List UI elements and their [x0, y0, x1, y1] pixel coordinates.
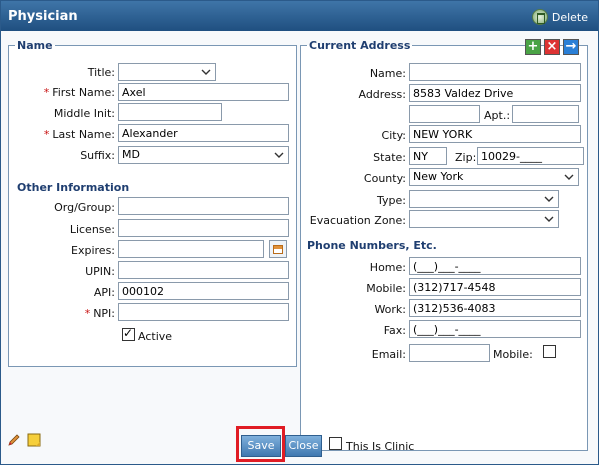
first-name-input[interactable] — [118, 83, 289, 101]
expires-input[interactable] — [118, 240, 264, 258]
type-label: Type: — [377, 194, 406, 207]
api-input[interactable] — [118, 282, 289, 300]
county-label: County: — [363, 172, 406, 185]
required-marker: * — [43, 128, 50, 141]
middle-init-input[interactable] — [118, 103, 222, 121]
address-label: Address: — [358, 88, 406, 101]
clinic-checkbox[interactable] — [329, 437, 342, 450]
county-select[interactable]: New York — [409, 168, 579, 186]
zip-label: Zip: — [455, 151, 477, 164]
physician-dialog: Physician Delete Name Title: * First Name… — [0, 0, 599, 465]
remove-address-button[interactable]: × — [544, 39, 560, 55]
address-legend: Current Address — [309, 39, 411, 52]
home-phone-input[interactable] — [409, 257, 581, 275]
mobile-phone-label: Mobile: — [366, 282, 406, 295]
title-bar: Physician Delete — [1, 1, 598, 31]
api-label: API: — [93, 286, 115, 299]
other-info-heading: Other Information — [17, 181, 130, 194]
required-marker: * — [84, 307, 91, 320]
chevron-down-icon — [274, 152, 284, 158]
next-address-button[interactable]: → — [563, 39, 579, 55]
license-input[interactable] — [118, 219, 289, 237]
address-name-label: Name: — [369, 67, 406, 80]
chevron-down-icon — [201, 69, 211, 75]
middle-init-label: Middle Init: — [53, 107, 115, 120]
address-line1-input[interactable] — [409, 84, 581, 102]
last-name-label: * Last Name: — [43, 128, 115, 141]
work-phone-input[interactable] — [409, 299, 581, 317]
save-button[interactable]: Save — [241, 435, 281, 457]
add-address-button[interactable]: + — [525, 39, 541, 55]
name-legend: Name — [17, 39, 53, 52]
close-button[interactable]: Close — [285, 435, 322, 457]
plus-icon: + — [527, 39, 539, 54]
address-line2-input[interactable] — [409, 105, 480, 123]
title-label: Title: — [87, 66, 115, 79]
org-group-input[interactable] — [118, 197, 289, 215]
suffix-select[interactable]: MD — [118, 146, 289, 164]
arrow-right-icon: → — [565, 39, 577, 54]
suffix-label: Suffix: — [80, 149, 115, 162]
apt-label: Apt.: — [484, 109, 511, 122]
active-label: Active — [138, 330, 173, 343]
title-select[interactable] — [118, 63, 216, 81]
delete-button[interactable]: Delete — [531, 9, 588, 25]
expires-label: Expires: — [71, 244, 115, 257]
required-marker: * — [43, 86, 50, 99]
active-checkbox[interactable] — [122, 326, 135, 341]
npi-label: * NPI: — [84, 307, 115, 320]
upin-input[interactable] — [118, 261, 289, 279]
last-name-input[interactable] — [118, 124, 289, 142]
mobile-email-checkbox[interactable] — [543, 345, 556, 358]
window-title: Physician — [8, 9, 78, 24]
first-name-label: * First Name: — [43, 86, 115, 99]
email-input[interactable] — [409, 344, 490, 362]
pencil-icon[interactable] — [7, 433, 21, 447]
email-label: Email: — [371, 348, 406, 361]
calendar-icon[interactable] — [269, 240, 287, 258]
org-label: Org/Group: — [54, 201, 115, 214]
city-label: City: — [381, 129, 406, 142]
work-phone-label: Work: — [374, 303, 406, 316]
fax-label: Fax: — [383, 324, 406, 337]
note-icon[interactable] — [26, 432, 42, 448]
type-select[interactable] — [409, 190, 559, 208]
recycle-bin-icon — [531, 9, 548, 25]
npi-input[interactable] — [118, 303, 289, 321]
home-phone-label: Home: — [369, 261, 406, 274]
mobile-phone-input[interactable] — [409, 278, 581, 296]
state-input[interactable] — [409, 147, 447, 165]
evac-zone-label: Evacuation Zone: — [309, 214, 406, 227]
address-name-input[interactable] — [409, 63, 581, 81]
upin-label: UPIN: — [85, 265, 115, 278]
chevron-down-icon — [564, 174, 574, 180]
clinic-label: This Is Clinic — [346, 440, 415, 453]
zip-input[interactable] — [477, 147, 584, 165]
apt-input[interactable] — [512, 105, 579, 123]
mobile-email-label: Mobile: — [493, 348, 533, 361]
phone-heading: Phone Numbers, Etc. — [307, 239, 437, 252]
state-label: State: — [373, 151, 406, 164]
chevron-down-icon — [544, 216, 554, 222]
fax-input[interactable] — [409, 320, 581, 338]
city-input[interactable] — [409, 125, 581, 143]
chevron-down-icon — [544, 196, 554, 202]
license-label: License: — [69, 223, 115, 236]
evac-zone-select[interactable] — [409, 210, 559, 228]
delete-label: Delete — [551, 10, 588, 24]
close-icon: × — [546, 39, 558, 54]
